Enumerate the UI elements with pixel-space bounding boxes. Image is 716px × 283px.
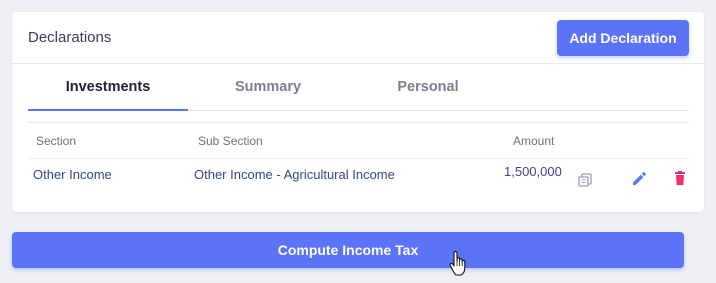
delete-icon[interactable] (671, 169, 689, 187)
hand-cursor-icon (449, 251, 466, 276)
copy-icon[interactable] (576, 171, 594, 189)
compute-income-tax-button[interactable]: Compute Income Tax (12, 232, 684, 268)
table-header: Section Sub Section Amount (28, 122, 689, 159)
edit-icon[interactable] (630, 169, 648, 187)
tab-investments[interactable]: Investments (28, 64, 188, 111)
card-title: Declarations (28, 29, 112, 46)
cell-sub-section: Other Income - Agricultural Income (194, 167, 395, 182)
cell-section: Other Income (33, 167, 112, 182)
tab-bar: Investments Summary Personal (28, 64, 689, 111)
declarations-table: Section Sub Section Amount Other Income … (28, 122, 689, 193)
add-declaration-button[interactable]: Add Declaration (557, 20, 689, 56)
declarations-card: Declarations Add Declaration Investments… (12, 12, 704, 212)
table-row: Other Income Other Income - Agricultural… (28, 159, 689, 193)
header-section: Section (36, 134, 77, 148)
tab-personal[interactable]: Personal (348, 64, 508, 110)
header-amount: Amount (513, 134, 555, 148)
cell-amount: 1,500,000 (504, 164, 562, 179)
tab-summary[interactable]: Summary (188, 64, 348, 110)
header-sub-section: Sub Section (198, 134, 263, 148)
